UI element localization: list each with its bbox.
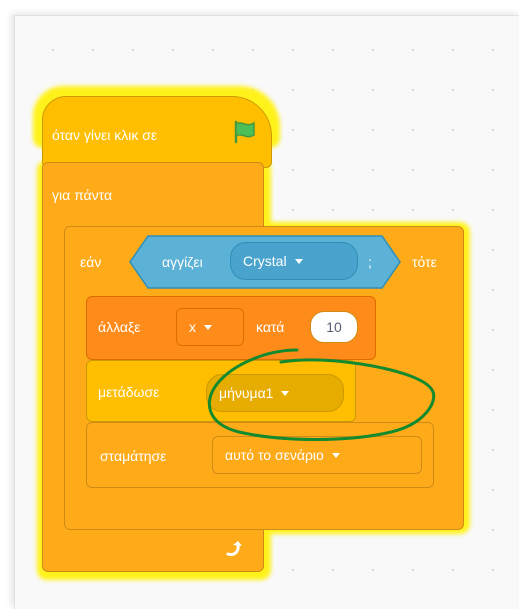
by-label: κατά	[256, 319, 285, 335]
broadcast-label: μετάδωσε	[98, 384, 160, 400]
variable-value: x	[189, 319, 196, 335]
touching-object-value: Crystal	[243, 253, 287, 269]
change-label: άλλαξε	[98, 319, 141, 335]
annotation-circle	[207, 348, 436, 441]
hat-block-label: όταν γίνει κλικ σε	[52, 127, 158, 143]
chevron-down-icon	[204, 324, 212, 330]
stop-label: σταμάτησε	[100, 448, 167, 464]
change-amount-input[interactable]: 10	[310, 311, 358, 343]
chevron-down-icon	[294, 258, 303, 264]
green-flag-icon	[230, 120, 258, 144]
loop-arrow-icon	[224, 540, 246, 560]
if-label: εάν	[80, 254, 102, 270]
touching-object-menu[interactable]: Crystal	[230, 242, 358, 280]
touching-label: αγγίζει	[162, 254, 203, 270]
forever-block-label: για πάντα	[52, 187, 113, 203]
then-label: τότε	[412, 254, 437, 270]
condition-separator: ;	[368, 254, 372, 270]
chevron-down-icon	[331, 452, 340, 458]
